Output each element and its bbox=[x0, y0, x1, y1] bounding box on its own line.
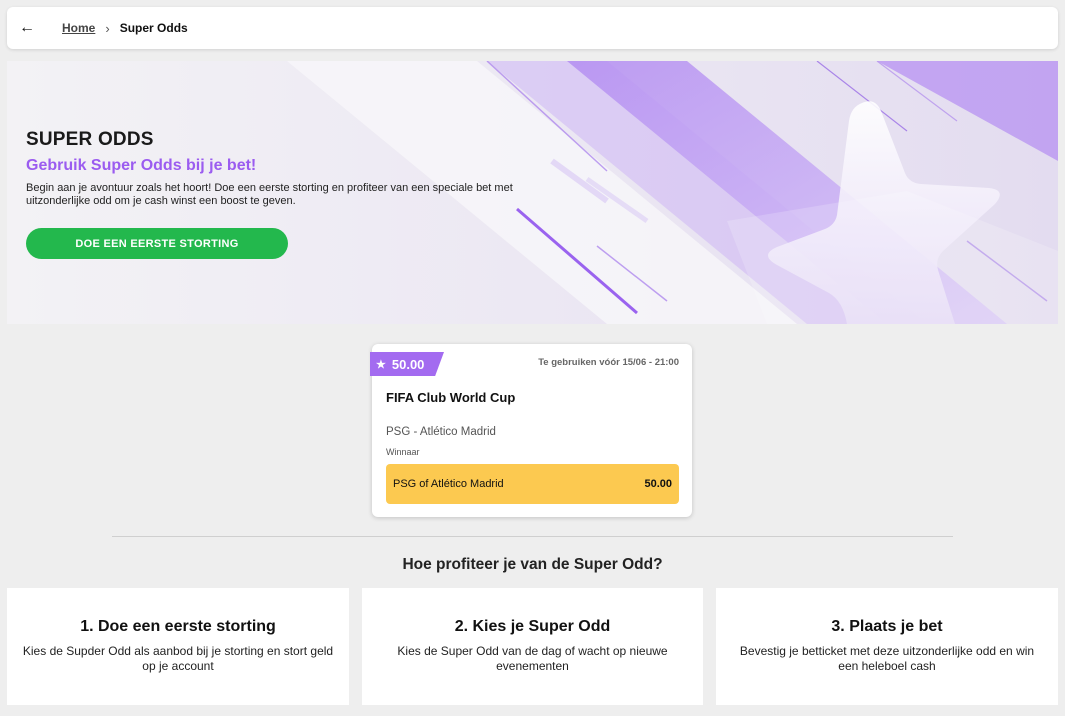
odd-market: Winnaar bbox=[386, 447, 420, 457]
first-deposit-button[interactable]: DOE EEN EERSTE STORTING bbox=[26, 228, 288, 259]
section-divider bbox=[112, 536, 953, 537]
chevron-right-icon: › bbox=[105, 20, 110, 36]
odd-selection-button[interactable]: PSG of Atlético Madrid 50.00 bbox=[386, 464, 679, 504]
step-text: Kies de Supder Odd als aanbod bij je sto… bbox=[22, 644, 334, 673]
odd-badge: ★ 50.00 bbox=[370, 352, 444, 376]
hero-banner: SUPER ODDS Gebruik Super Odds bij je bet… bbox=[7, 61, 1058, 324]
star-icon: ★ bbox=[376, 358, 386, 371]
step-title: 1. Doe een eerste storting bbox=[80, 618, 276, 635]
step-card: 3. Plaats je bet Bevestig je betticket m… bbox=[716, 588, 1058, 705]
back-arrow-icon[interactable]: ← bbox=[7, 7, 47, 49]
hero-title: SUPER ODDS bbox=[26, 129, 154, 150]
step-card: 2. Kies je Super Odd Kies de Super Odd v… bbox=[362, 588, 703, 705]
step-title: 3. Plaats je bet bbox=[831, 618, 943, 635]
step-title: 2. Kies je Super Odd bbox=[454, 618, 611, 635]
odd-badge-value: 50.00 bbox=[391, 356, 425, 372]
breadcrumb-home-link[interactable]: Home bbox=[62, 21, 95, 35]
step-text: Kies de Super Odd van de dag of wacht op… bbox=[397, 644, 668, 673]
breadcrumb-current: Super Odds bbox=[119, 21, 188, 35]
step-text: Bevestig je betticket met deze uitzonder… bbox=[739, 644, 1035, 673]
breadcrumb: Home › Super Odds bbox=[62, 21, 188, 36]
odd-selection-label: PSG of Atlético Madrid bbox=[393, 478, 504, 490]
super-odd-card: ★ 50.00 Te gebruiken vóór 15/06 - 21:00 … bbox=[370, 344, 692, 517]
hero-subtitle: Gebruik Super Odds bij je bet! bbox=[26, 157, 257, 174]
odd-expiry: Te gebruiken vóór 15/06 - 21:00 bbox=[538, 357, 679, 368]
breadcrumb-bar: ← Home › Super Odds bbox=[7, 7, 1058, 49]
hero-description: Begin aan je avontuur zoals het hoort! D… bbox=[26, 182, 513, 207]
step-card: 1. Doe een eerste storting Kies de Supde… bbox=[7, 588, 349, 705]
hero-content: SUPER ODDS Gebruik Super Odds bij je bet… bbox=[26, 129, 516, 259]
odd-match: PSG - Atlético Madrid bbox=[386, 426, 496, 438]
how-it-works-title: Hoe profiteer je van de Super Odd? bbox=[402, 556, 663, 573]
odd-competition: FIFA Club World Cup bbox=[386, 390, 516, 405]
odd-selection-value: 50.00 bbox=[644, 478, 672, 490]
